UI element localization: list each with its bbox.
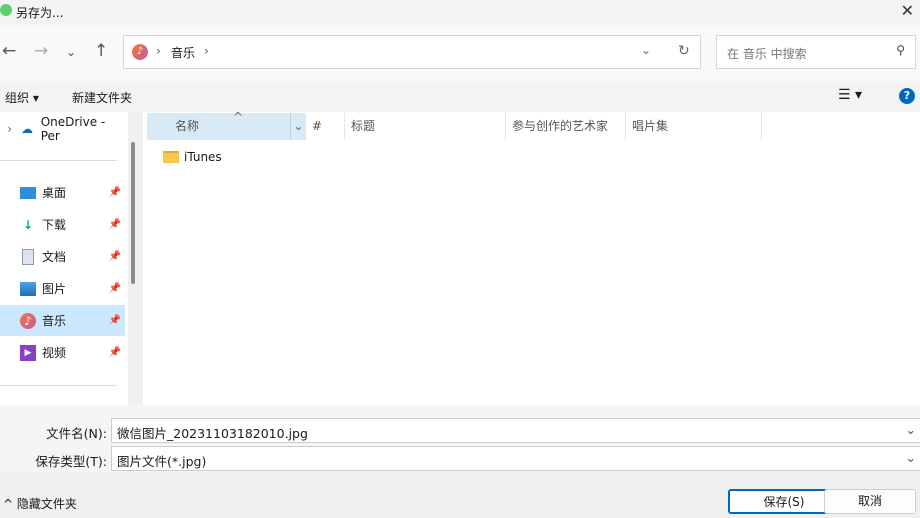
toolbar: 组织 ▾ 新建文件夹 ☰ ▾ ? — [0, 81, 920, 112]
column-header-name[interactable]: 名称 ^ ⌄ — [147, 110, 306, 140]
refresh-icon[interactable]: ↻ — [678, 43, 690, 59]
sidebar-item-downloads[interactable]: ↓ 下载 📌 — [0, 209, 125, 240]
organize-button[interactable]: 组织 ▾ — [5, 89, 39, 106]
column-header-artists[interactable]: 参与创作的艺术家 — [506, 113, 626, 140]
hide-folders-label: 隐藏文件夹 — [16, 497, 77, 511]
search-icon: ⚲ — [896, 43, 905, 57]
pin-icon[interactable]: 📌 — [109, 251, 121, 262]
sidebar-item-label: 下载 — [42, 218, 67, 232]
sidebar-item-label: 文档 — [42, 250, 67, 264]
organize-label: 组织 — [5, 91, 30, 105]
sidebar-item-music[interactable]: ♪ 音乐 📌 — [0, 305, 125, 336]
up-icon[interactable]: ↑ — [94, 41, 108, 61]
hide-folders-button[interactable]: ^ 隐藏文件夹 — [3, 495, 77, 512]
folder-icon — [163, 151, 179, 163]
sidebar-item-pictures[interactable]: 图片 📌 — [0, 273, 125, 304]
save-type-label: 保存类型(T): — [35, 454, 107, 469]
breadcrumb-separator-icon: › — [156, 44, 161, 58]
music-icon: ♪ — [132, 44, 148, 60]
document-icon — [22, 248, 34, 265]
filename-label: 文件名(N): — [46, 426, 107, 441]
sidebar-item-onedrive[interactable]: › ☁ OneDrive - Per — [0, 113, 125, 144]
expand-chevron-icon[interactable]: › — [0, 122, 19, 136]
pin-icon[interactable]: 📌 — [109, 283, 121, 294]
column-header-number[interactable]: # — [306, 113, 345, 140]
search-input[interactable]: 在 音乐 中搜索 ⚲ — [716, 35, 916, 69]
sidebar-item-label: 图片 — [42, 282, 67, 296]
divider — [0, 160, 117, 161]
chevron-up-icon: ^ — [3, 497, 14, 511]
download-icon: ↓ — [22, 217, 34, 232]
title-bar: 另存为... ✕ — [0, 0, 920, 25]
sidebar-item-label: 视频 — [42, 346, 67, 360]
filename-input[interactable]: 微信图片_20231103182010.jpg ⌄ — [111, 418, 920, 443]
save-type-select[interactable]: 图片文件(*.jpg) ⌄ — [111, 446, 920, 471]
app-icon — [0, 4, 12, 16]
sidebar-scrollbar-thumb[interactable] — [131, 142, 135, 284]
help-icon[interactable]: ? — [899, 88, 915, 104]
column-header-album[interactable]: 唱片集 — [626, 113, 762, 140]
breadcrumb-music[interactable]: 音乐 — [171, 44, 195, 61]
sort-ascending-icon: ^ — [233, 110, 244, 124]
sidebar-item-desktop[interactable]: 桌面 📌 — [0, 177, 125, 208]
file-name: iTunes — [184, 150, 222, 164]
history-dropdown-icon[interactable]: ⌄ — [641, 43, 651, 57]
pin-icon[interactable]: 📌 — [109, 187, 121, 198]
pin-icon[interactable]: 📌 — [109, 219, 121, 230]
sidebar-item-documents[interactable]: 文档 📌 — [0, 241, 125, 272]
sidebar-item-label: OneDrive - Per — [40, 114, 106, 143]
video-icon: ▶ — [20, 344, 36, 361]
address-bar[interactable]: ♪ › 音乐 › ⌄ ↻ — [123, 35, 701, 69]
cancel-button[interactable]: 取消 — [824, 489, 916, 514]
music-icon: ♪ — [20, 312, 36, 329]
divider — [0, 385, 117, 386]
cloud-icon: ☁ — [20, 121, 33, 136]
chevron-down-icon[interactable]: ⌄ — [906, 450, 916, 465]
navigation-pane: › ☁ OneDrive - Per 桌面 📌 ↓ 下载 📌 文档 📌 图片 📌 ♪ 音乐 📌… — [0, 112, 128, 405]
pictures-icon — [20, 281, 36, 296]
save-type-value: 图片文件(*.jpg) — [117, 454, 207, 469]
desktop-icon — [20, 186, 36, 199]
breadcrumb-chevron-icon[interactable]: › — [204, 44, 209, 58]
pin-icon[interactable]: 📌 — [109, 347, 121, 358]
back-icon[interactable]: ← — [2, 41, 16, 61]
pin-icon[interactable]: 📌 — [109, 315, 121, 326]
sidebar-item-label: 桌面 — [42, 186, 67, 200]
recent-chevron-icon[interactable]: ⌄ — [66, 45, 76, 59]
view-options-icon[interactable]: ☰ ▾ — [838, 87, 862, 103]
search-placeholder: 在 音乐 中搜索 — [727, 47, 807, 61]
filename-value: 微信图片_20231103182010.jpg — [117, 426, 308, 441]
close-icon[interactable]: ✕ — [901, 1, 914, 20]
column-label: 名称 — [175, 119, 200, 133]
new-folder-button[interactable]: 新建文件夹 — [72, 89, 132, 106]
window-title: 另存为... — [16, 6, 64, 20]
sidebar-item-videos[interactable]: ▶ 视频 📌 — [0, 337, 125, 368]
file-item[interactable]: iTunes — [163, 150, 222, 164]
column-header-title[interactable]: 标题 — [345, 113, 506, 140]
forward-icon[interactable]: → — [34, 41, 48, 61]
chevron-down-icon[interactable]: ⌄ — [906, 422, 916, 437]
column-filter-dropdown-icon[interactable]: ⌄ — [290, 113, 306, 140]
sidebar-item-label: 音乐 — [42, 314, 67, 328]
